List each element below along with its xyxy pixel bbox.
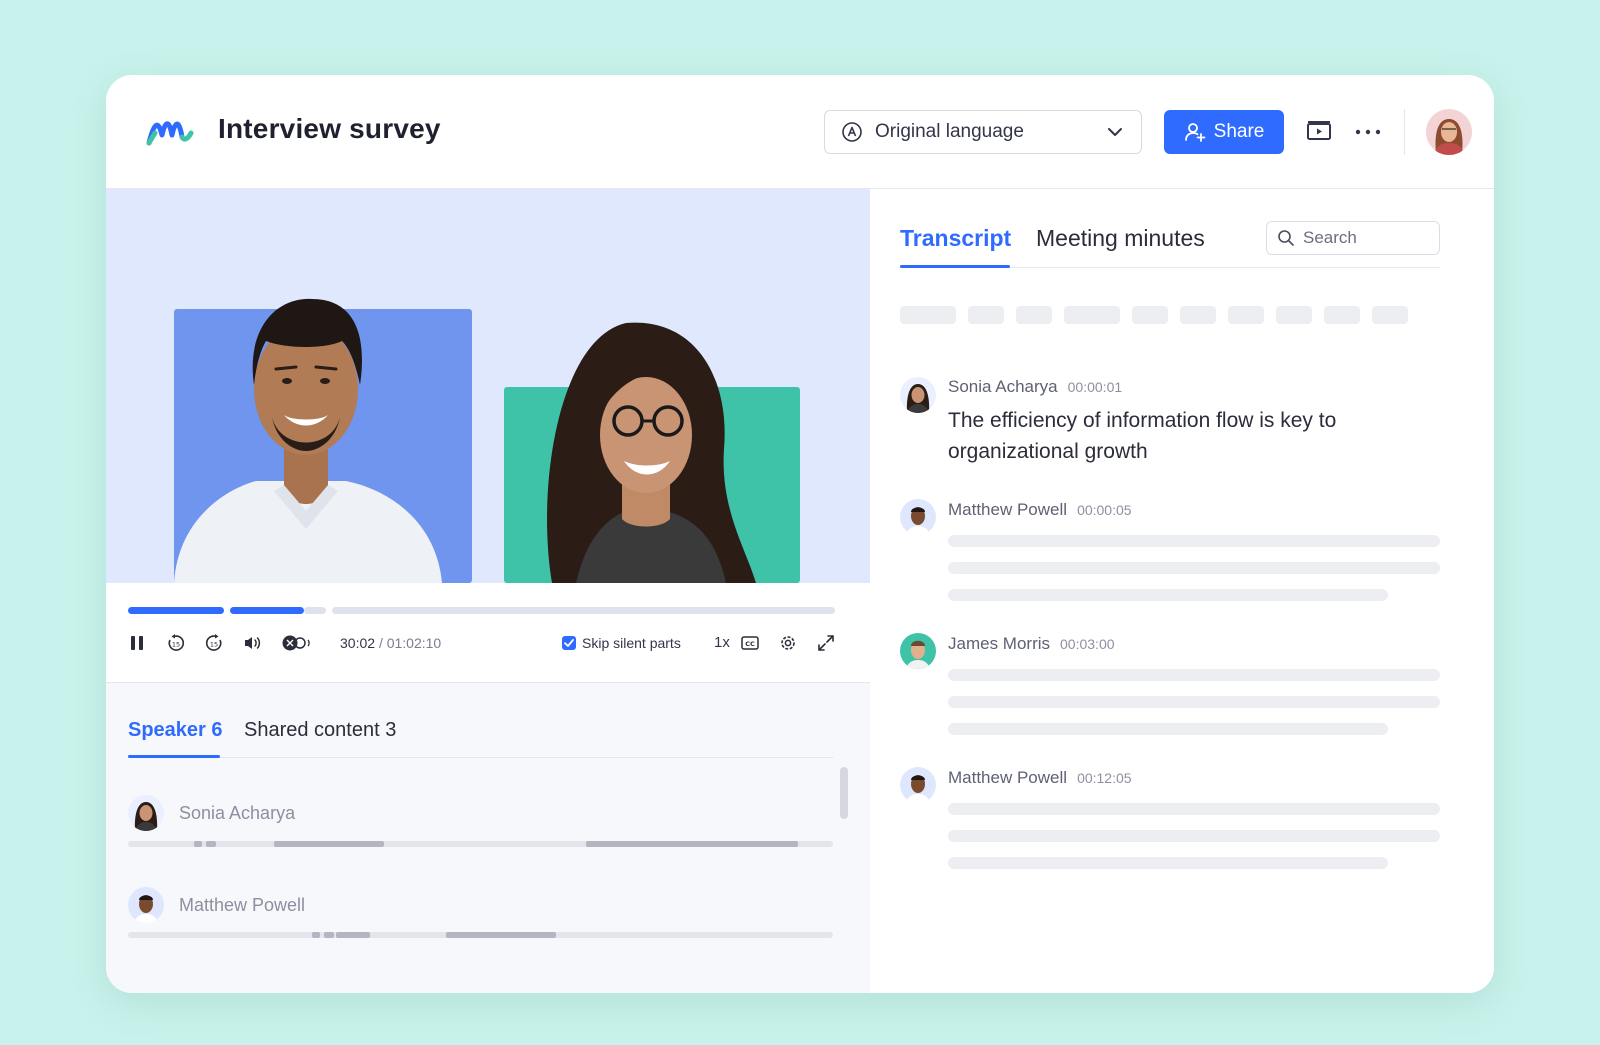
speaker-name: Sonia Acharya (948, 377, 1058, 396)
speaker-name: Matthew Powell (948, 500, 1068, 519)
tab-meeting-minutes[interactable]: Meeting minutes (1036, 225, 1205, 252)
filter-chip[interactable] (968, 306, 1004, 324)
svg-text:15: 15 (172, 641, 180, 649)
header-divider (1404, 109, 1405, 155)
speaker-name: Matthew Powell (948, 768, 1068, 787)
pause-icon[interactable] (128, 633, 148, 653)
video-view[interactable] (106, 189, 870, 583)
share-button[interactable]: Share (1164, 110, 1284, 154)
avatar (128, 795, 164, 831)
time-display: 30:02 / 01:02:10 (340, 635, 441, 651)
page-title: Interview survey (218, 113, 441, 144)
timestamp[interactable]: 00:00:01 (1068, 379, 1123, 395)
speakers-section: Speaker 6 Shared content 3 Sonia Acharya (106, 683, 870, 993)
filter-chip[interactable] (1180, 306, 1216, 324)
chevron-down-icon (1108, 128, 1122, 136)
tab-shared-content[interactable]: Shared content 3 (244, 719, 396, 742)
filter-chip[interactable] (1324, 306, 1360, 324)
tabs-divider (128, 757, 833, 758)
player-panel: 15 15 30:02 / 01:02:10 Skip silent parts… (106, 189, 870, 993)
transcript-entry-header: James Morris 00:03:00 (948, 634, 1115, 654)
more-icon[interactable] (1354, 119, 1382, 145)
add-user-icon (1184, 123, 1206, 142)
filter-chip[interactable] (1276, 306, 1312, 324)
filter-chip[interactable] (1016, 306, 1052, 324)
skip-silent-checkbox[interactable] (562, 636, 576, 650)
speaker-name: Matthew Powell (179, 895, 306, 915)
progress-played-2[interactable] (230, 607, 304, 614)
svg-text:15: 15 (210, 641, 218, 649)
top-bar: Interview survey Original language Share (106, 75, 1494, 189)
text-placeholder (948, 830, 1440, 842)
timestamp[interactable]: 00:00:05 (1077, 502, 1132, 518)
scrollbar[interactable] (840, 767, 848, 819)
language-select[interactable]: Original language (824, 110, 1142, 154)
text-placeholder (948, 535, 1440, 547)
active-tab-indicator (900, 265, 1010, 268)
progress-buffered[interactable] (304, 607, 326, 614)
settings-icon[interactable] (778, 633, 798, 653)
logo-icon (146, 121, 194, 146)
filter-chip[interactable] (1132, 306, 1168, 324)
transcript-text: The efficiency of information flow is ke… (948, 409, 1337, 463)
search-input[interactable] (1303, 228, 1423, 248)
transcript-entry-header: Matthew Powell 00:12:05 (948, 768, 1132, 788)
text-placeholder (948, 857, 1388, 869)
text-placeholder (948, 669, 1440, 681)
avatar (900, 767, 936, 803)
share-label: Share (1213, 121, 1265, 142)
timestamp[interactable]: 00:03:00 (1060, 636, 1115, 652)
playback-speed-button[interactable]: 1x (714, 634, 730, 651)
tab-transcript[interactable]: Transcript (900, 225, 1011, 252)
skip-silent-label[interactable]: Skip silent parts (582, 635, 681, 651)
fullscreen-icon[interactable] (816, 633, 836, 653)
captions-icon[interactable]: CC (740, 633, 760, 653)
rewind-15-icon[interactable]: 15 (166, 633, 186, 653)
check-icon (564, 639, 574, 647)
filter-chip[interactable] (900, 306, 956, 324)
search-icon (1278, 230, 1294, 246)
svg-text:CC: CC (745, 640, 755, 648)
transcript-entry-header: Sonia Acharya 00:00:01 (948, 377, 1122, 397)
current-time: 30:02 (340, 635, 376, 651)
speaker-timeline[interactable] (128, 841, 833, 847)
volume-level-icon[interactable] (280, 633, 314, 653)
speaker-timeline[interactable] (128, 932, 833, 938)
forward-15-icon[interactable]: 15 (204, 633, 224, 653)
transcript-panel: Transcript Meeting minutes Search Sonia … (870, 189, 1494, 993)
speaker-name: James Morris (948, 634, 1051, 653)
app-window: Interview survey Original language Share (106, 75, 1494, 993)
avatar (900, 377, 936, 413)
progress-remaining[interactable] (332, 607, 835, 614)
text-placeholder (948, 803, 1440, 815)
text-placeholder (948, 723, 1388, 735)
active-tab-indicator (128, 755, 220, 758)
text-placeholder (948, 562, 1440, 574)
avatar (900, 499, 936, 535)
translate-icon (842, 122, 862, 142)
filter-chip[interactable] (1064, 306, 1120, 324)
text-placeholder (948, 589, 1388, 601)
filter-chip[interactable] (1372, 306, 1408, 324)
transcript-entry-header: Matthew Powell 00:00:05 (948, 500, 1132, 520)
avatar (128, 887, 164, 923)
tab-speakers[interactable]: Speaker 6 (128, 719, 223, 742)
search-field[interactable] (1266, 221, 1440, 255)
player-controls: 15 15 30:02 / 01:02:10 Skip silent parts… (106, 583, 870, 683)
duration: / 01:02:10 (378, 635, 442, 651)
volume-icon[interactable] (242, 633, 262, 653)
language-label: Original language (875, 121, 1024, 142)
present-icon[interactable] (1306, 119, 1332, 145)
text-placeholder (948, 696, 1440, 708)
timestamp[interactable]: 00:12:05 (1077, 770, 1132, 786)
avatar[interactable] (1426, 109, 1472, 155)
avatar (900, 633, 936, 669)
progress-played-1[interactable] (128, 607, 224, 614)
video-frame (174, 298, 800, 583)
speaker-name: Sonia Acharya (179, 803, 296, 823)
filter-chip[interactable] (1228, 306, 1264, 324)
